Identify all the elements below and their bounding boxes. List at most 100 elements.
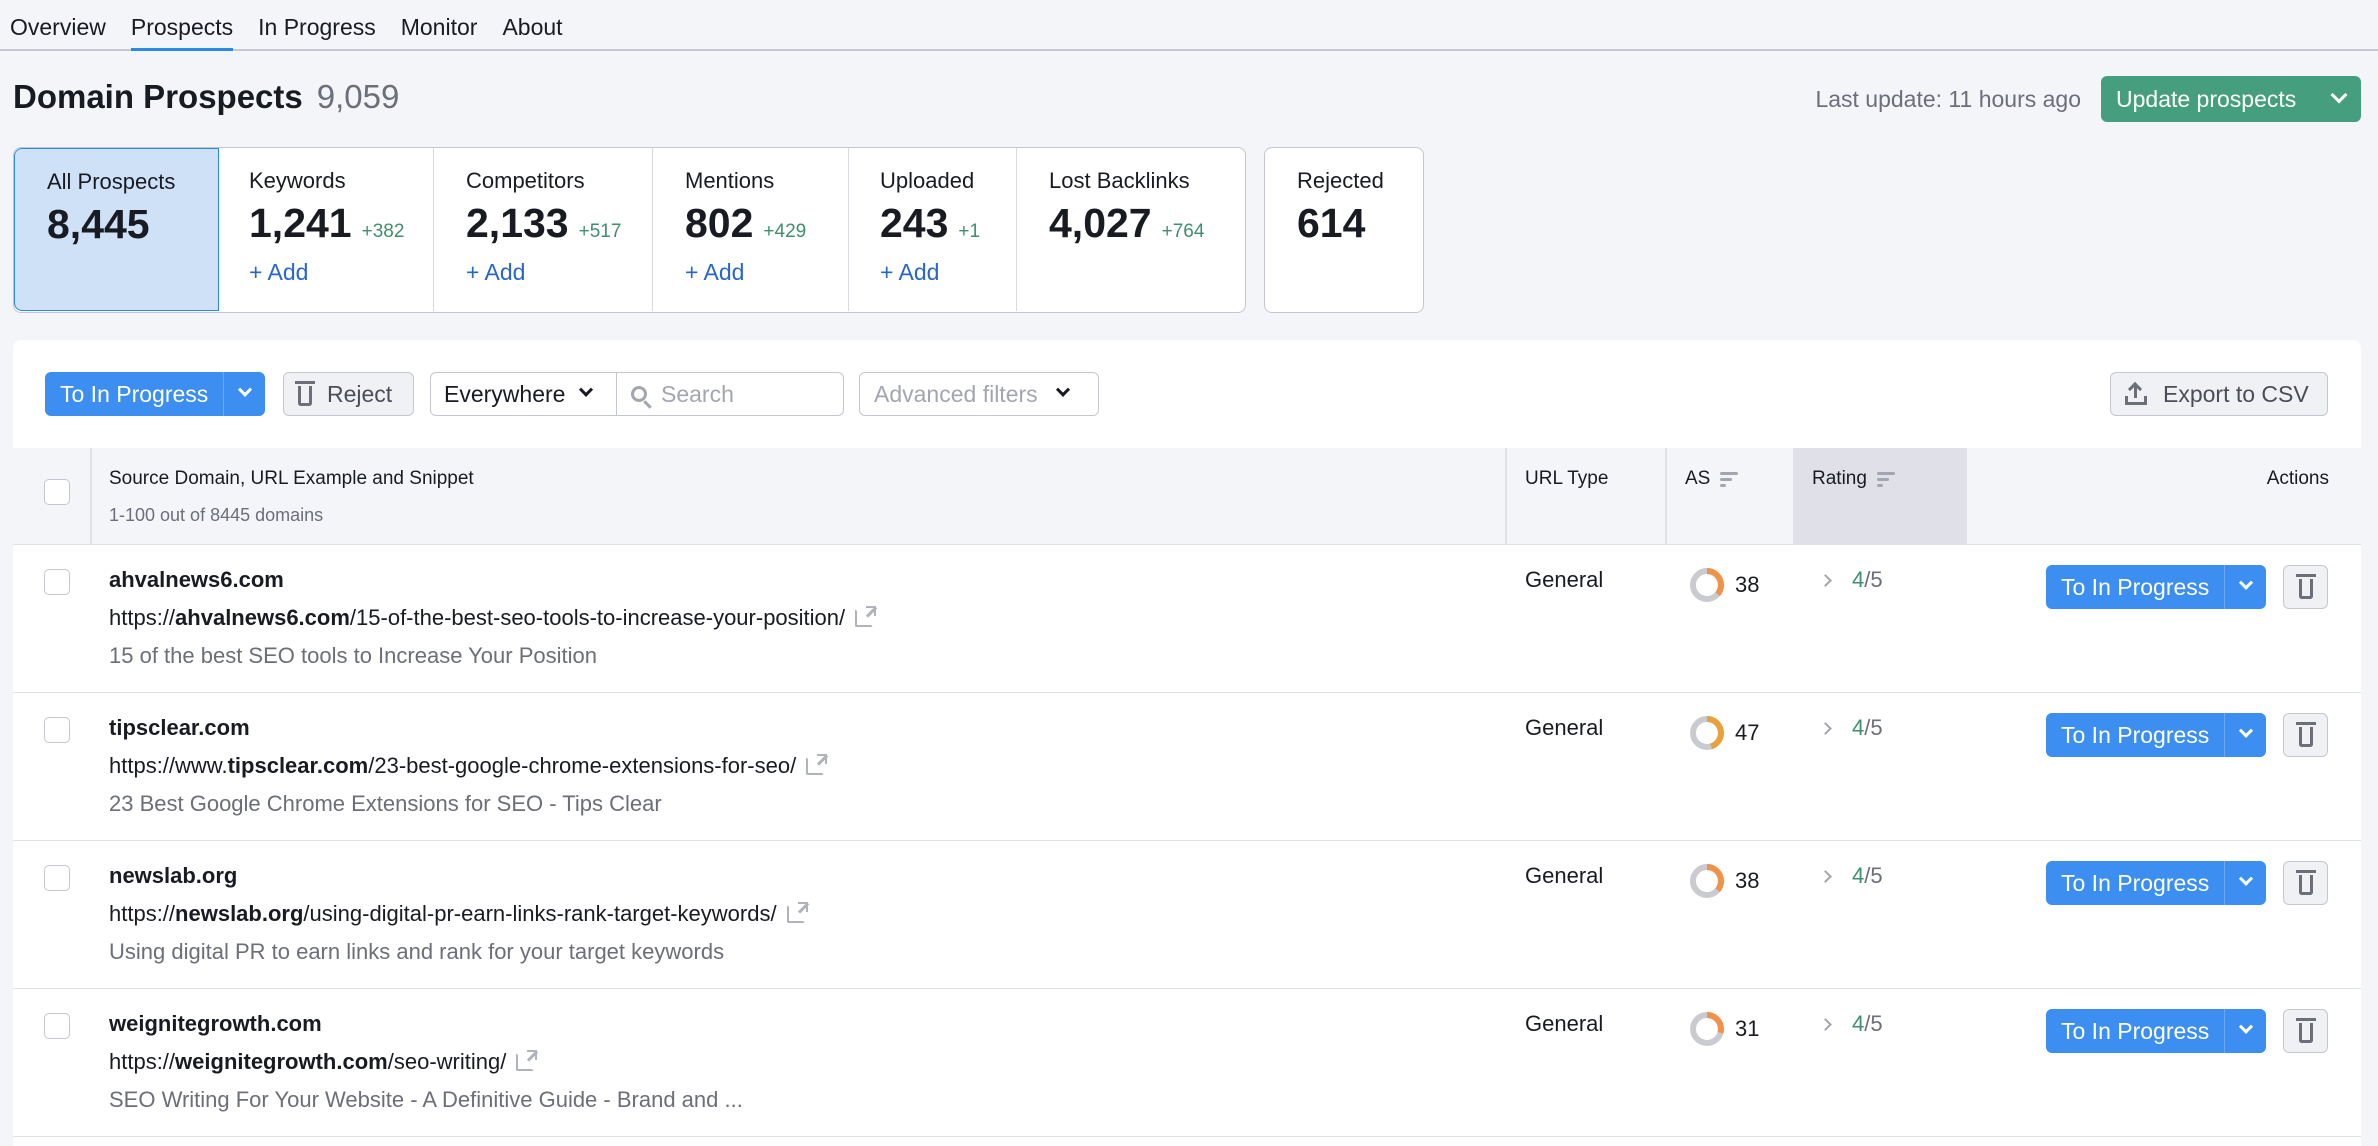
to-in-progress-dropdown[interactable] bbox=[223, 372, 265, 416]
reject-row-button[interactable] bbox=[2283, 565, 2328, 609]
card-uploaded[interactable]: Uploaded 243 +1 + Add bbox=[849, 148, 1017, 311]
url-prefix: https:// bbox=[109, 605, 176, 630]
row-domain[interactable]: tipsclear.com bbox=[109, 715, 250, 741]
add-keywords-link[interactable]: + Add bbox=[249, 259, 433, 286]
export-csv-button[interactable]: Export to CSV bbox=[2110, 372, 2328, 416]
tab-overview[interactable]: Overview bbox=[10, 0, 106, 49]
external-link-icon[interactable] bbox=[786, 902, 808, 923]
row-url-link[interactable]: https://weignitegrowth.com/seo-writing/ bbox=[109, 1049, 538, 1075]
row-snippet: 23 Best Google Chrome Extensions for SEO… bbox=[109, 791, 662, 816]
add-mentions-link[interactable]: + Add bbox=[685, 259, 848, 286]
reject-row-button[interactable] bbox=[2283, 861, 2328, 905]
row-checkbox[interactable] bbox=[44, 865, 70, 891]
card-competitors[interactable]: Competitors 2,133 +517 + Add bbox=[434, 148, 653, 311]
tab-in-progress[interactable]: In Progress bbox=[258, 0, 376, 49]
chevron-down-icon bbox=[2330, 86, 2348, 104]
scope-select-value: Everywhere bbox=[444, 380, 566, 407]
to-in-progress-label[interactable]: To In Progress bbox=[2046, 861, 2224, 905]
to-in-progress-row-button[interactable]: To In Progress bbox=[2046, 713, 2267, 757]
external-link-icon[interactable] bbox=[855, 606, 877, 627]
card-lost-backlinks[interactable]: Lost Backlinks 4,027 +764 bbox=[1017, 148, 1245, 311]
to-in-progress-label[interactable]: To In Progress bbox=[2046, 565, 2224, 609]
external-link-icon[interactable] bbox=[516, 1050, 538, 1071]
chevron-right-icon bbox=[1819, 573, 1832, 587]
add-competitors-link[interactable]: + Add bbox=[466, 259, 652, 286]
search-input[interactable] bbox=[661, 380, 811, 408]
card-delta: +429 bbox=[763, 221, 807, 242]
trash-icon bbox=[2295, 870, 2316, 895]
card-label: Rejected bbox=[1297, 168, 1384, 193]
chevron-right-icon bbox=[1819, 721, 1832, 735]
update-prospects-button[interactable]: Update prospects bbox=[2101, 76, 2361, 122]
to-in-progress-label[interactable]: To In Progress bbox=[2046, 1009, 2224, 1053]
column-header-rating[interactable]: Rating bbox=[1812, 448, 1895, 545]
row-checkbox[interactable] bbox=[44, 1013, 70, 1039]
to-in-progress-dropdown[interactable] bbox=[2224, 713, 2266, 757]
tab-about[interactable]: About bbox=[502, 0, 562, 49]
authority-score-value: 38 bbox=[1735, 868, 1760, 893]
search-field[interactable] bbox=[617, 373, 843, 415]
row-rating[interactable]: 4/5 bbox=[1819, 863, 1883, 889]
row-rating[interactable]: 4/5 bbox=[1819, 567, 1883, 593]
chevron-down-icon bbox=[2238, 871, 2253, 886]
column-header-url-type: URL Type bbox=[1525, 468, 1609, 489]
url-path: /seo-writing/ bbox=[387, 1049, 507, 1074]
card-keywords[interactable]: Keywords 1,241 +382 + Add bbox=[219, 148, 434, 311]
row-domain[interactable]: weignitegrowth.com bbox=[109, 1011, 322, 1037]
row-url-link[interactable]: https://www. tipsclear.com/23-best-google… bbox=[109, 753, 828, 779]
table-header: Source Domain, URL Example and Snippet 1… bbox=[13, 448, 2361, 545]
external-link-icon[interactable] bbox=[806, 754, 828, 775]
row-url-link[interactable]: https://ahvalnews6.com/15-of-the-best-se… bbox=[109, 605, 877, 631]
row-rating[interactable]: 4/5 bbox=[1819, 1011, 1883, 1037]
to-in-progress-row-button[interactable]: To In Progress bbox=[2046, 565, 2267, 609]
chevron-down-icon bbox=[2238, 575, 2253, 590]
card-all-prospects[interactable]: All Prospects 8,445 bbox=[14, 148, 219, 311]
row-checkbox[interactable] bbox=[44, 717, 70, 743]
row-snippet: Using digital PR to earn links and rank … bbox=[109, 939, 725, 964]
add-uploaded-link[interactable]: + Add bbox=[880, 259, 1016, 286]
card-rejected[interactable]: Rejected 614 bbox=[1265, 148, 1423, 311]
select-all-checkbox[interactable] bbox=[44, 479, 70, 505]
authority-score-donut-icon bbox=[1690, 864, 1724, 898]
card-label: All Prospects bbox=[47, 169, 176, 194]
table-toolbar: To In Progress Reject Everywhere Advance… bbox=[13, 340, 2361, 448]
tab-monitor[interactable]: Monitor bbox=[401, 0, 478, 49]
reject-button[interactable]: Reject bbox=[283, 372, 414, 416]
to-in-progress-dropdown[interactable] bbox=[2224, 861, 2266, 905]
row-domain[interactable]: newslab.org bbox=[109, 863, 237, 889]
sort-icon bbox=[1876, 471, 1895, 487]
card-label: Lost Backlinks bbox=[1049, 168, 1190, 193]
row-authority-score: 47 bbox=[1689, 715, 1759, 751]
row-authority-score: 31 bbox=[1689, 1011, 1759, 1047]
authority-score-value: 38 bbox=[1735, 572, 1760, 597]
to-in-progress-dropdown[interactable] bbox=[2224, 1009, 2266, 1053]
column-header-as[interactable]: AS bbox=[1685, 448, 1739, 545]
reject-row-button[interactable] bbox=[2283, 1009, 2328, 1053]
to-in-progress-row-button[interactable]: To In Progress bbox=[2046, 861, 2267, 905]
row-snippet: 15 of the best SEO tools to Increase You… bbox=[109, 643, 597, 668]
row-rating[interactable]: 4/5 bbox=[1819, 715, 1883, 741]
tab-prospects[interactable]: Prospects bbox=[130, 0, 234, 51]
prospect-source-cards: All Prospects 8,445 Keywords 1,241 +382 +… bbox=[13, 147, 1424, 313]
card-mentions[interactable]: Mentions 802 +429 + Add bbox=[653, 148, 849, 311]
upload-icon bbox=[2125, 381, 2147, 405]
authority-score-donut-icon bbox=[1690, 1012, 1724, 1046]
row-checkbox[interactable] bbox=[44, 569, 70, 595]
scope-select[interactable]: Everywhere bbox=[431, 373, 617, 415]
to-in-progress-dropdown[interactable] bbox=[2224, 565, 2266, 609]
row-domain[interactable]: ahvalnews6.com bbox=[109, 567, 284, 593]
advanced-filters-label: Advanced filters bbox=[874, 380, 1038, 407]
page-header: Domain Prospects 9,059 bbox=[13, 78, 399, 116]
advanced-filters-dropdown[interactable]: Advanced filters bbox=[859, 372, 1099, 416]
reject-row-button[interactable] bbox=[2283, 713, 2328, 757]
to-in-progress-row-button[interactable]: To In Progress bbox=[2046, 1009, 2267, 1053]
search-icon bbox=[631, 386, 647, 402]
to-in-progress-label[interactable]: To In Progress bbox=[45, 372, 223, 416]
chevron-down-icon bbox=[2238, 1019, 2253, 1034]
to-in-progress-label[interactable]: To In Progress bbox=[2046, 713, 2224, 757]
row-url-link[interactable]: https://newslab.org/using-digital-pr-ear… bbox=[109, 901, 808, 927]
row-url-type: General bbox=[1525, 567, 1604, 592]
to-in-progress-bulk-button[interactable]: To In Progress bbox=[45, 372, 266, 416]
column-divider bbox=[1665, 448, 1667, 545]
rating-max: /5 bbox=[1864, 567, 1883, 592]
